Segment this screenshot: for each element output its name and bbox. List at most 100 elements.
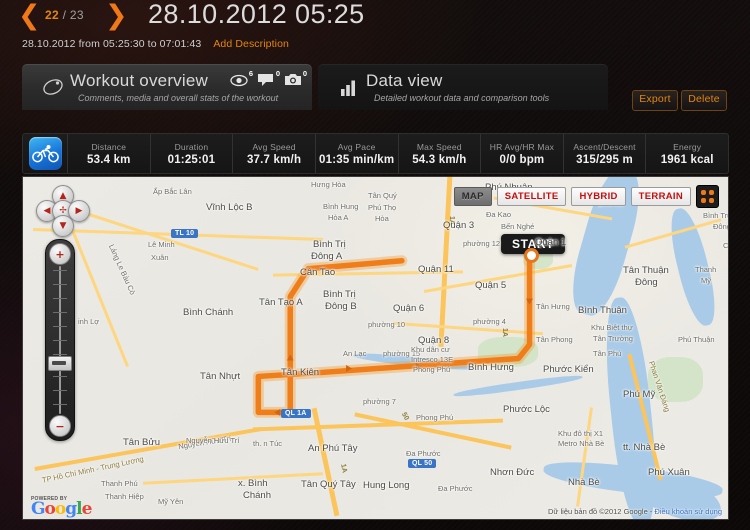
map-place-label: Tân Trường — [593, 334, 633, 343]
map-place-label: Đa Kao — [486, 210, 512, 219]
photos-badge[interactable]: 0 — [284, 69, 307, 90]
map-place-label: Bình Trung — [703, 211, 728, 220]
comments-badge[interactable]: 0 — [257, 69, 280, 90]
stat-ascent-descent-value: 315/295 m — [576, 153, 633, 166]
next-workout-button[interactable]: ❯ — [105, 2, 128, 30]
map-place-label: Thanh — [695, 265, 717, 274]
map-place-label: Phong Phú — [413, 365, 451, 374]
map-place-label: Phú Mỹ — [623, 389, 656, 400]
google-logo: POWERED BY Google — [31, 496, 92, 518]
tab-workout-overview[interactable]: Workout overview Comments, media and ove… — [22, 64, 312, 110]
map-type-map[interactable]: MAP — [453, 187, 492, 206]
map-place-label: Đông — [713, 222, 728, 231]
map-place-label: Tân Bửu — [123, 437, 160, 448]
tab-data-view[interactable]: Data view Detailed workout data and comp… — [318, 64, 608, 110]
map-place-label: Lê Minh — [148, 240, 175, 249]
map-type-hybrid[interactable]: HYBRID — [571, 187, 626, 206]
map-place-label: Xuân — [151, 253, 169, 262]
pan-down-button[interactable]: ▼ — [52, 215, 74, 237]
zoom-out-button[interactable]: − — [49, 415, 71, 437]
tab-bar: Workout overview Comments, media and ove… — [22, 64, 729, 111]
stat-max-speed: Max Speed 54.3 km/h — [397, 134, 481, 173]
stat-ascent-descent-label: Ascent/Descent — [573, 141, 636, 152]
tab-workout-overview-desc: Comments, media and overall stats of the… — [78, 93, 279, 103]
stat-avg-speed-value: 37.7 km/h — [246, 153, 302, 166]
map-place-label: Tân Quý Tây — [301, 479, 356, 490]
map-place-label: Hung Long — [363, 480, 410, 491]
map-place-label: Nhơn Đức — [490, 467, 535, 478]
cycling-icon — [28, 137, 62, 170]
map-place-label: phường 7 — [363, 397, 396, 406]
map-place-label: Khu đô thị X1 — [558, 429, 604, 438]
delete-button[interactable]: Delete — [681, 90, 727, 111]
map-place-label: th. n Túc — [253, 439, 283, 448]
map-place-label: Hòa A — [328, 213, 349, 222]
sport-type — [23, 134, 67, 173]
map-place-label: Ấp Bắc Lân — [153, 187, 192, 196]
map-place-label: inh Lợ — [78, 317, 100, 326]
views-badge[interactable]: 6 — [230, 69, 253, 90]
export-button[interactable]: Export — [632, 90, 678, 111]
map-place-label: Đa Phước — [406, 449, 441, 458]
map-place-label: Hưng Hòa — [311, 180, 346, 189]
tab-data-view-label: Data view — [366, 71, 443, 90]
stat-max-speed-value: 54.3 km/h — [412, 153, 467, 166]
workout-counter-current: 22 — [45, 8, 59, 22]
orbit-icon — [42, 76, 64, 98]
start-marker-dot[interactable] — [524, 248, 539, 263]
map-zoom-control[interactable]: + − — [45, 239, 75, 441]
map-place-label: Mỹ — [701, 276, 711, 285]
map-place-label: Tân Quý — [368, 191, 397, 200]
map-place-label: Đông B — [325, 301, 357, 312]
map-terms-link[interactable]: Điều khoản sử dụng — [654, 507, 722, 516]
map-place-label: Cân Tao — [300, 267, 336, 278]
stat-distance-value: 53.4 km — [87, 153, 131, 166]
map-place-label: An Lạc — [343, 349, 367, 358]
map-place-label: Tân Phú — [593, 349, 622, 358]
map-type-terrain[interactable]: TERRAIN — [630, 187, 691, 206]
stat-energy: Energy 1961 kcal — [645, 134, 728, 173]
tab-badges: 6 0 0 — [230, 69, 307, 90]
map-place-label: Chánh — [243, 490, 271, 501]
road-shield-ql50: QL 50 — [408, 459, 437, 468]
map-place-label: Bình Trị — [313, 239, 346, 250]
stat-avg-speed: Avg Speed 37.7 km/h — [232, 134, 315, 173]
map-place-label: Phước Kiển — [543, 364, 594, 375]
map-place-label: An Phú Tây — [308, 443, 358, 454]
map-place-label: Hòa — [375, 214, 389, 223]
stat-avg-pace-value: 01:35 min/km — [319, 153, 395, 166]
stat-duration-value: 01:25:01 — [167, 153, 216, 166]
map-place-label: Đa Phước — [438, 484, 473, 493]
map-place-label: Bình Chánh — [183, 307, 234, 318]
map-type-satellite[interactable]: SATELLITE — [496, 187, 567, 206]
map-place-label: Đông — [635, 277, 658, 288]
map-place-label: Tân Kiên — [281, 367, 320, 378]
map-attribution: Dữ liệu bản đồ ©2012 Google - Điều khoản… — [548, 507, 722, 516]
stats-bar: Distance 53.4 km Duration 01:25:01 Avg S… — [22, 133, 729, 174]
page-title: 28.10.2012 05:25 — [148, 0, 365, 29]
workout-counter: 22 / 23 — [45, 8, 84, 22]
map-place-label: Thanh Phú — [101, 479, 138, 488]
fullscreen-icon[interactable] — [696, 185, 719, 208]
stat-energy-label: Energy — [673, 141, 702, 152]
workout-route — [252, 249, 536, 418]
zoom-slider-thumb[interactable] — [48, 356, 72, 371]
tab-workout-overview-label: Workout overview — [70, 71, 208, 90]
zoom-in-button[interactable]: + — [49, 243, 71, 265]
comments-count: 0 — [275, 69, 280, 78]
map-place-label: phường 10 — [368, 320, 406, 329]
add-description-link[interactable]: Add Description — [213, 38, 289, 50]
stat-hr-label: HR Avg/HR Max — [489, 141, 555, 152]
map-place-label: Quận 1 — [535, 237, 567, 248]
road-shield-ql1a: QL 1A — [281, 409, 311, 418]
prev-workout-button[interactable]: ❮ — [18, 2, 41, 30]
map-attribution-text: Dữ liệu bản đồ ©2012 Google - — [547, 507, 655, 516]
stat-ascent-descent: Ascent/Descent 315/295 m — [562, 134, 646, 173]
map-place-label: Khu Biệt thự — [591, 323, 633, 332]
map-pan-control[interactable]: ▲ ◀ ✢ ▶ ▼ — [35, 185, 90, 237]
stat-max-speed-label: Max Speed — [416, 141, 462, 152]
map-panel[interactable]: START TL 10 QL 1A QL 50 1A 1A 1A 50 Láng… — [22, 176, 729, 520]
map-place-label: Khu dân cư — [411, 345, 450, 354]
workout-page: ❮ 22 / 23 ❯ 28.10.2012 05:25 28.10.2012 … — [0, 0, 750, 530]
map-canvas[interactable]: START TL 10 QL 1A QL 50 1A 1A 1A 50 Láng… — [23, 177, 728, 519]
